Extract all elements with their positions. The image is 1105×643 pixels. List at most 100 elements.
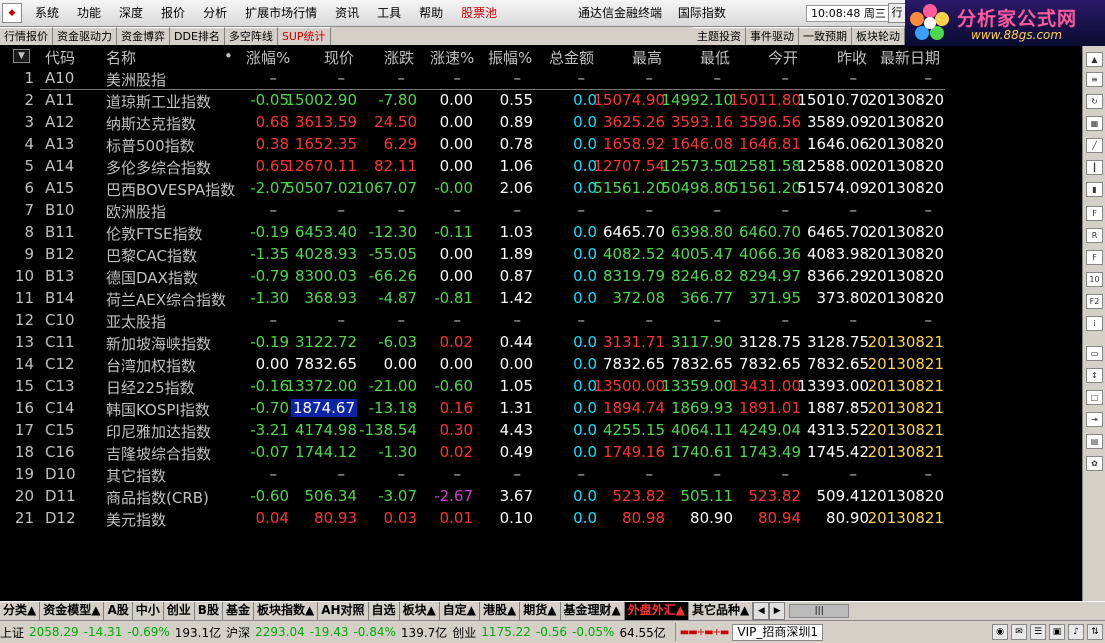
f10-icon[interactable]: 10	[1086, 272, 1103, 287]
tab-sector-rotation[interactable]: 板块轮动	[852, 27, 905, 45]
lock-icon[interactable]: ▣	[1049, 624, 1065, 640]
bottom-tab[interactable]: 自定▲	[440, 602, 481, 620]
bottom-tab[interactable]: 期货▲	[520, 602, 561, 620]
vip-server[interactable]: VIP_招商深圳1	[732, 623, 823, 641]
bottom-tab[interactable]: 其它品种▲	[689, 602, 754, 620]
window-icon[interactable]: □	[1086, 390, 1103, 405]
bottom-tab[interactable]: 分类▲	[0, 602, 41, 620]
bottom-tab[interactable]: 自选	[369, 602, 400, 620]
menu-analysis[interactable]: 分析	[194, 0, 236, 27]
col-name[interactable]: 名称	[106, 47, 136, 68]
bottom-tab[interactable]: A股	[104, 602, 133, 620]
bottom-tab[interactable]: 中小	[133, 602, 164, 620]
table-row[interactable]: 4 A13 标普500指数 0.38 1652.35 6.29 0.00 0.78 0.0 165…	[0, 133, 1082, 155]
col-open[interactable]: 今开	[768, 47, 798, 68]
up-arrow-icon[interactable]: ▲	[1086, 52, 1103, 67]
app-logo-icon[interactable]: ◆	[2, 3, 22, 23]
menu-news[interactable]: 资讯	[326, 0, 368, 27]
bottom-tab[interactable]: 资金模型▲	[40, 602, 105, 620]
nav-left-arrow-icon[interactable]: ◀	[753, 602, 770, 620]
network-icon[interactable]: ⇅	[1087, 624, 1103, 640]
clipboard-icon[interactable]: ▤	[1086, 434, 1103, 449]
table-row[interactable]: 11 B14 荷兰AEX综合指数 -1.30 368.93 -4.87 -0.81 1.42 0…	[0, 287, 1082, 309]
table-row[interactable]: 10 B13 德国DAX指数 -0.79 8300.03 -66.26 0.00 0.87 0.…	[0, 265, 1082, 287]
menu-tools[interactable]: 工具	[368, 0, 410, 27]
menu-depth[interactable]: 深度	[110, 0, 152, 27]
tab-capital-game[interactable]: 资金博弈	[117, 27, 170, 45]
tab-sup-stats[interactable]: SUP统计	[277, 27, 331, 45]
bottom-tab[interactable]: 创业	[164, 602, 195, 620]
table-row[interactable]: 18 C16 吉隆坡综合指数 -0.07 1744.12 -1.30 0.02 0.49 0.0…	[0, 441, 1082, 463]
table-row[interactable]: 9 B12 巴黎CAC指数 -1.35 4028.93 -55.05 0.00 1.89 0.0…	[0, 243, 1082, 265]
bottom-tab[interactable]: 港股▲	[480, 602, 521, 620]
chat-icon[interactable]: ☰	[1030, 624, 1046, 640]
table-row[interactable]: 21 D12 美元指数 0.04 80.93 0.03 0.01 0.10 0.0 80.98 80…	[0, 507, 1082, 529]
kline-icon[interactable]: ┃	[1086, 160, 1103, 175]
col-change[interactable]: 涨跌	[384, 47, 414, 68]
list-icon[interactable]: ≡	[1086, 72, 1103, 87]
bottom-tab[interactable]: 板块指数▲	[254, 602, 319, 620]
exit-icon[interactable]: ⇥	[1086, 412, 1103, 427]
table-row[interactable]: 16 C14 韩国KOSPI指数 -0.70 1874.67 -13.18 0.16 1.31…	[0, 397, 1082, 419]
col-code[interactable]: 代码	[45, 47, 75, 68]
grid-icon[interactable]: ▦	[1086, 116, 1103, 131]
col-price[interactable]: 现价	[324, 47, 354, 68]
table-row[interactable]: 1 A10 美洲股指 – – – – – – – – – – –	[0, 67, 1082, 89]
menu-system[interactable]: 系统	[26, 0, 68, 27]
table-row[interactable]: 7 B10 欧洲股指 – – – – – – – – – – –	[0, 199, 1082, 221]
refresh-icon[interactable]: ↻	[1086, 94, 1103, 109]
sort-icon[interactable]: ↕	[1086, 368, 1103, 383]
tab-quote[interactable]: 行情报价	[0, 27, 53, 45]
mail-icon[interactable]: ✉	[1011, 624, 1027, 640]
bottom-tab[interactable]: 板块▲	[400, 602, 440, 620]
report-icon[interactable]: R	[1086, 228, 1103, 243]
table-row[interactable]: 3 A12 纳斯达克指数 0.68 3613.59 24.50 0.00 0.89 0.0 362…	[0, 111, 1082, 133]
table-row[interactable]: 19 D10 其它指数 – – – – – – – – – – –	[0, 463, 1082, 485]
bottom-tab[interactable]: B股	[195, 602, 223, 620]
table-row[interactable]: 13 C11 新加坡海峡指数 -0.19 3122.72 -6.03 0.02 0.44 0.0…	[0, 331, 1082, 353]
tab-event-drive[interactable]: 事件驱动	[746, 27, 799, 45]
table-row[interactable]: 5 A14 多伦多综合指数 0.65 12670.11 82.11 0.00 1.06 0.0 1…	[0, 155, 1082, 177]
brand-url[interactable]: www.88gs.com	[971, 28, 1062, 42]
bottom-tab[interactable]: AH对照	[318, 602, 369, 620]
f2-icon[interactable]: F2	[1086, 294, 1103, 309]
col-amplitude[interactable]: 振幅%	[488, 47, 532, 68]
menu-function[interactable]: 功能	[68, 0, 110, 27]
col-prev-close[interactable]: 昨收	[837, 47, 867, 68]
nav-right-arrow-icon[interactable]: ▶	[769, 602, 786, 620]
table-row[interactable]: 6 A15 巴西BOVESPA指数 -2.07 50507.02 1067.07 -0.00…	[0, 177, 1082, 199]
tab-long-short[interactable]: 多空阵线	[224, 27, 278, 45]
col-date[interactable]: 最新日期	[880, 47, 940, 68]
menu-ext-market[interactable]: 扩展市场行情	[236, 0, 326, 27]
dropdown-arrow-icon[interactable]: ▼	[13, 49, 30, 63]
menu-quote[interactable]: 报价	[152, 0, 194, 27]
tab-dde-rank[interactable]: DDE排名	[170, 27, 225, 45]
table-row[interactable]: 12 C10 亚太股指 – – – – – – – – – – –	[0, 309, 1082, 331]
info-icon[interactable]: i	[1086, 316, 1103, 331]
table-row[interactable]: 14 C12 台湾加权指数 0.00 7832.65 0.00 0.00 0.00 0.0 783…	[0, 353, 1082, 375]
tab-scrollbar[interactable]: |||	[789, 604, 850, 618]
tab-theme-invest[interactable]: 主题投资	[693, 27, 746, 45]
folder-icon[interactable]: ▭	[1086, 346, 1103, 361]
finance-icon[interactable]: F	[1086, 250, 1103, 265]
menu-help[interactable]: 帮助	[410, 0, 452, 27]
col-pct[interactable]: 涨幅%	[246, 47, 290, 68]
globe-icon[interactable]: ◉	[992, 624, 1008, 640]
bottom-tab[interactable]: 基金理财▲	[561, 602, 625, 620]
speaker-icon[interactable]: ♪	[1068, 624, 1084, 640]
col-amount[interactable]: 总金额	[549, 47, 594, 68]
table-row[interactable]: 17 C15 印尼雅加达指数 -3.21 4174.98 -138.54 0.30 4.43 0…	[0, 419, 1082, 441]
table-row[interactable]: 2 A11 道琼斯工业指数 -0.05 15002.90 -7.80 0.00 0.55 0.0…	[0, 89, 1082, 111]
trade-button[interactable]: 行	[888, 3, 906, 23]
row-price[interactable]: 1874.67	[290, 399, 357, 417]
settings-icon[interactable]: ✿	[1086, 456, 1103, 471]
bottom-tab[interactable]: 外盘外汇▲	[624, 602, 689, 620]
col-speed[interactable]: 涨速%	[430, 47, 474, 68]
menu-stock-pool[interactable]: 股票池	[452, 0, 506, 27]
table-row[interactable]: 15 C13 日经225指数 -0.16 13372.00 -21.00 -0.60 1.05…	[0, 375, 1082, 397]
col-high[interactable]: 最高	[632, 47, 662, 68]
tab-capital-drive[interactable]: 资金驱动力	[53, 27, 117, 45]
bar-chart-icon[interactable]: ▮	[1086, 182, 1103, 197]
bottom-tab[interactable]: 基金	[223, 602, 254, 620]
line-chart-icon[interactable]: ╱	[1086, 138, 1103, 153]
